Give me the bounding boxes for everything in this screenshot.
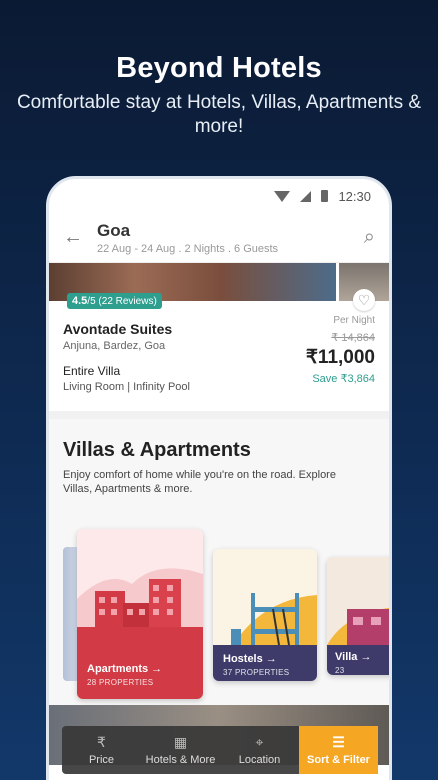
tab-price[interactable]: ₹ Price (62, 726, 141, 774)
search-city: Goa (97, 220, 131, 240)
divider (49, 411, 389, 419)
hostels-illustration (231, 593, 317, 645)
status-bar: 12:30 (49, 179, 389, 213)
villas-title: Villas & Apartments (63, 439, 251, 461)
price-block: Per Night ₹ 14,864 ₹11,000 Save ₹3,864 (306, 315, 375, 385)
search-summary[interactable]: Goa 22 Aug - 24 Aug . 2 Nights . 6 Guest… (97, 221, 364, 255)
bottom-filter-bar: ₹ Price ▦ Hotels & More ⌖ Location ☰ Sor… (62, 726, 378, 774)
per-night-label: Per Night (333, 315, 375, 326)
villa-illustration (327, 607, 389, 645)
hero: Beyond Hotels Comfortable stay at Hotels… (0, 52, 438, 139)
tab-location[interactable]: ⌖ Location (220, 726, 299, 774)
villa-label: Villa → 23 PROPERTIES (327, 645, 389, 675)
phone-frame: 12:30 ← Goa 22 Aug - 24 Aug . 2 Nights .… (46, 176, 392, 780)
location-pin-icon: ⌖ (255, 734, 264, 750)
original-price: ₹ 14,864 (331, 332, 375, 344)
hero-subtitle: Comfortable stay at Hotels, Villas, Apar… (16, 92, 422, 137)
search-dates: 22 Aug - 24 Aug (97, 242, 176, 255)
apartments-card[interactable]: Apartments → 28 PROPERTIES (77, 529, 203, 699)
hotel-card[interactable]: 4.5/5 (22 Reviews) ♡ Avontade Suites Anj… (49, 289, 389, 411)
tab-hotels-more[interactable]: ▦ Hotels & More (141, 726, 220, 774)
search-meta: 22 Aug - 24 Aug . 2 Nights . 6 Guests (97, 242, 279, 255)
tab-sort-filter[interactable]: ☰ Sort & Filter (299, 726, 378, 774)
hostels-card[interactable]: Hostels → 37 PROPERTIES (213, 549, 317, 681)
heart-icon[interactable]: ♡ (353, 289, 375, 311)
villas-section: Villas & Apartments Enjoy comfort of hom… (49, 419, 389, 705)
building-icon: ▦ (173, 734, 188, 750)
villas-description: Enjoy comfort of home while you're on th… (63, 469, 336, 495)
search-icon[interactable]: ⌕ (364, 226, 375, 249)
hostels-label: Hostels → 37 PROPERTIES (213, 645, 317, 681)
hero-title: Beyond Hotels (116, 52, 322, 84)
signal-icon (300, 190, 312, 202)
battery-icon (321, 190, 329, 202)
savings-text: Save ₹3,864 (312, 373, 375, 385)
back-arrow-icon[interactable]: ← (63, 226, 97, 249)
category-carousel[interactable]: Apartments → 28 PROPERTIES Hostels → 37 … (63, 529, 389, 699)
search-guests: 6 Guests (234, 242, 279, 255)
wifi-icon (274, 190, 291, 202)
apartments-label: Apartments → 28 PROPERTIES (77, 627, 203, 699)
current-price: ₹11,000 (305, 347, 375, 368)
search-header[interactable]: ← Goa 22 Aug - 24 Aug . 2 Nights . 6 Gue… (49, 213, 389, 263)
search-nights: 2 Nights (184, 242, 225, 255)
rating-badge: 4.5/5 (22 Reviews) (67, 293, 162, 309)
rupee-icon: ₹ (97, 734, 106, 750)
villa-card[interactable]: Villa → 23 PROPERTIES (327, 557, 389, 675)
sliders-icon: ☰ (332, 734, 345, 750)
status-time: 12:30 (338, 188, 371, 204)
